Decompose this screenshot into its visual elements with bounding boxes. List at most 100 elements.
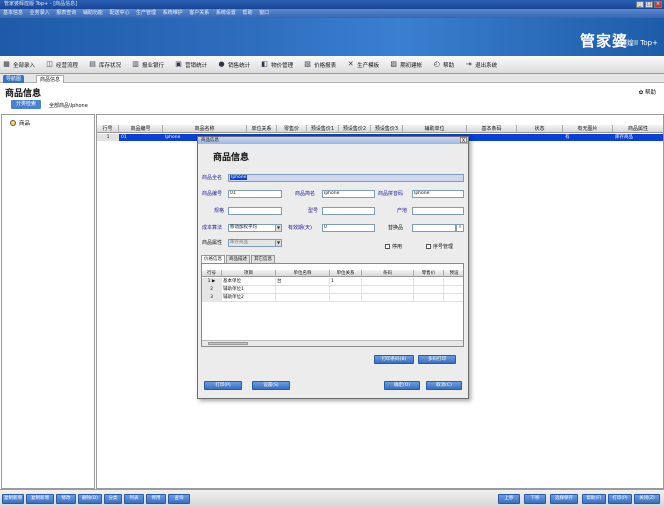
scrollbar-thumb[interactable] — [208, 342, 248, 345]
maximize-icon[interactable]: □ — [645, 1, 653, 8]
help-button[interactable]: 帮助(F) — [582, 494, 606, 504]
move-up-button[interactable]: 上移 — [498, 494, 520, 504]
origin-field[interactable] — [412, 207, 464, 215]
category-search-button[interactable]: 分类检索 — [11, 100, 41, 109]
column-header[interactable]: 商品属性 — [613, 125, 663, 133]
menu-item[interactable]: 基本信息 — [3, 10, 23, 16]
column-header[interactable]: 有无图片 — [563, 125, 613, 133]
substitute-field[interactable] — [412, 224, 456, 232]
table-row[interactable]: 3 辅助单位2 — [202, 294, 463, 302]
menu-item[interactable]: 系统设置 — [216, 10, 236, 16]
column-header[interactable]: 零售价 — [277, 125, 307, 133]
clock-icon: ◴ — [433, 60, 440, 68]
column-header[interactable]: 基本条码 — [467, 125, 517, 133]
edit-button[interactable]: 修改 — [56, 494, 76, 504]
toolbar-sales[interactable]: ● 销售统计 — [217, 60, 251, 69]
settings-button[interactable]: 设置(S) — [252, 381, 290, 390]
cancel-button[interactable]: 取消(C) — [426, 381, 462, 390]
column-header[interactable]: 项目 — [222, 270, 276, 277]
category-breadcrumb: 全部商品\Iphone — [49, 103, 88, 109]
column-header[interactable]: 行号 — [97, 125, 119, 133]
menu-item[interactable]: 生产管理 — [136, 10, 156, 16]
column-header[interactable]: 单位关系 — [330, 270, 362, 277]
tab-navigation[interactable]: 导航图 — [3, 75, 25, 83]
column-header[interactable]: 行号 — [202, 270, 222, 277]
pinyin-field[interactable]: Iphone — [412, 190, 464, 198]
table-row[interactable]: 2 辅助单位1 — [202, 286, 463, 294]
column-header[interactable]: 预设 — [444, 270, 464, 277]
column-header[interactable]: 预设售价1 — [307, 125, 339, 133]
dialog-close-button[interactable]: X — [460, 137, 467, 144]
save-selection-button[interactable]: 选择保存 — [550, 494, 578, 504]
print-list-button[interactable]: 打印(P) — [608, 494, 632, 504]
help-link[interactable]: ✿ 帮助 — [639, 88, 656, 96]
disabled-checkbox[interactable]: 停用 — [385, 243, 402, 250]
menu-item[interactable]: 系统维护 — [163, 10, 183, 16]
tab-other-info[interactable]: 其它信息 — [251, 255, 275, 263]
toolbar-exit[interactable]: ⇥ 退出系统 — [464, 60, 497, 69]
column-header[interactable]: 条码 — [362, 270, 414, 277]
toolbar-opening[interactable]: ▨ 期初建帐 — [389, 60, 422, 69]
toolbar-marketing[interactable]: ▣ 营销统计 — [174, 60, 207, 69]
column-header[interactable]: 零售价 — [414, 270, 444, 277]
column-header[interactable]: 单位关系 — [247, 125, 277, 133]
ok-button[interactable]: 确定(O) — [384, 381, 420, 390]
toolbar-entry-all[interactable]: ▦ 全部录入 — [2, 60, 35, 69]
toolbar-price-report[interactable]: ▧ 价格报表 — [303, 60, 336, 69]
disable-button[interactable]: 停用 — [146, 494, 166, 504]
tab-product-info[interactable]: 商品信息 — [36, 75, 65, 83]
search-icon[interactable]: ⌕ — [456, 224, 464, 232]
print-barcode-button[interactable]: 打印条码(B) — [374, 355, 414, 364]
column-header[interactable]: 状态 — [517, 125, 563, 133]
validity-field[interactable]: 0 — [322, 224, 375, 232]
menu-item[interactable]: 客户关系 — [189, 10, 209, 16]
table-row[interactable]: 1 ▶ 基本单位 台 1 — [202, 278, 463, 286]
tree-node-root[interactable]: 商品 — [10, 119, 30, 127]
close-button[interactable]: 关闭(Z) — [634, 494, 660, 504]
horizontal-scrollbar[interactable] — [202, 340, 463, 346]
attribute-select[interactable]: 库存商品 ▼ — [228, 239, 282, 247]
full-name-field[interactable]: Iphone — [228, 174, 464, 182]
print-button[interactable]: 打印(P) — [204, 381, 242, 390]
dialog-titlebar: 商品信息 — [198, 137, 468, 144]
category-button[interactable]: 分类 — [104, 494, 122, 504]
toolbar-price[interactable]: ◧ 物价管理 — [260, 60, 293, 69]
model-field[interactable] — [322, 207, 375, 215]
code-field[interactable]: 01 — [228, 190, 282, 198]
column-header[interactable]: 单位名称 — [276, 270, 330, 277]
copy-add-button[interactable]: 复制新增 — [26, 494, 54, 504]
category-tree: 商品 — [1, 114, 95, 489]
delete-button[interactable]: 删除(D) — [78, 494, 102, 504]
multi-barcode-button[interactable]: 多码打印 — [418, 355, 456, 364]
tab-description[interactable]: 商品描述 — [226, 255, 250, 263]
full-name-label: 商品全名 — [202, 175, 223, 181]
column-header[interactable]: 商品名称 — [163, 125, 247, 133]
column-header[interactable]: 辅助单位 — [403, 125, 467, 133]
minimize-icon[interactable]: _ — [636, 1, 644, 8]
toolbar-bank[interactable]: ▥ 报业银行 — [131, 60, 164, 69]
list-button[interactable]: 列表 — [124, 494, 144, 504]
toolbar-help[interactable]: ◴ 帮助 — [432, 60, 455, 69]
copy-add-button[interactable]: 复制新增 — [2, 494, 24, 504]
short-name-field[interactable]: Iphone — [322, 190, 375, 198]
move-down-button[interactable]: 下移 — [524, 494, 546, 504]
toolbar-flow[interactable]: ◫ 经营流程 — [45, 60, 78, 69]
menu-item[interactable]: 业务录入 — [30, 10, 50, 16]
menu-item[interactable]: 报表查询 — [56, 10, 76, 16]
menu-item[interactable]: 辅助功能 — [83, 10, 103, 16]
query-button[interactable]: 查询 — [168, 494, 190, 504]
close-icon[interactable]: × — [654, 1, 662, 8]
toolbar-inventory[interactable]: ▤ 库存状况 — [88, 60, 121, 69]
menu-item[interactable]: 配送中心 — [109, 10, 129, 16]
row-number: 1 — [97, 134, 119, 141]
tab-price-info[interactable]: 价格信息 — [201, 255, 225, 263]
menu-item[interactable]: 窗口 — [259, 10, 269, 16]
column-header[interactable]: 预设售价3 — [371, 125, 403, 133]
toolbar-production[interactable]: ✕ 生产模板 — [346, 60, 379, 69]
column-header[interactable]: 预设售价2 — [339, 125, 371, 133]
menu-item[interactable]: 帮助 — [242, 10, 252, 16]
cost-method-select[interactable]: 移动加权平均 ▼ — [228, 224, 282, 232]
serial-checkbox[interactable]: 序号管理 — [426, 243, 453, 250]
column-header[interactable]: 商品编号 — [119, 125, 163, 133]
spec-field[interactable] — [228, 207, 282, 215]
